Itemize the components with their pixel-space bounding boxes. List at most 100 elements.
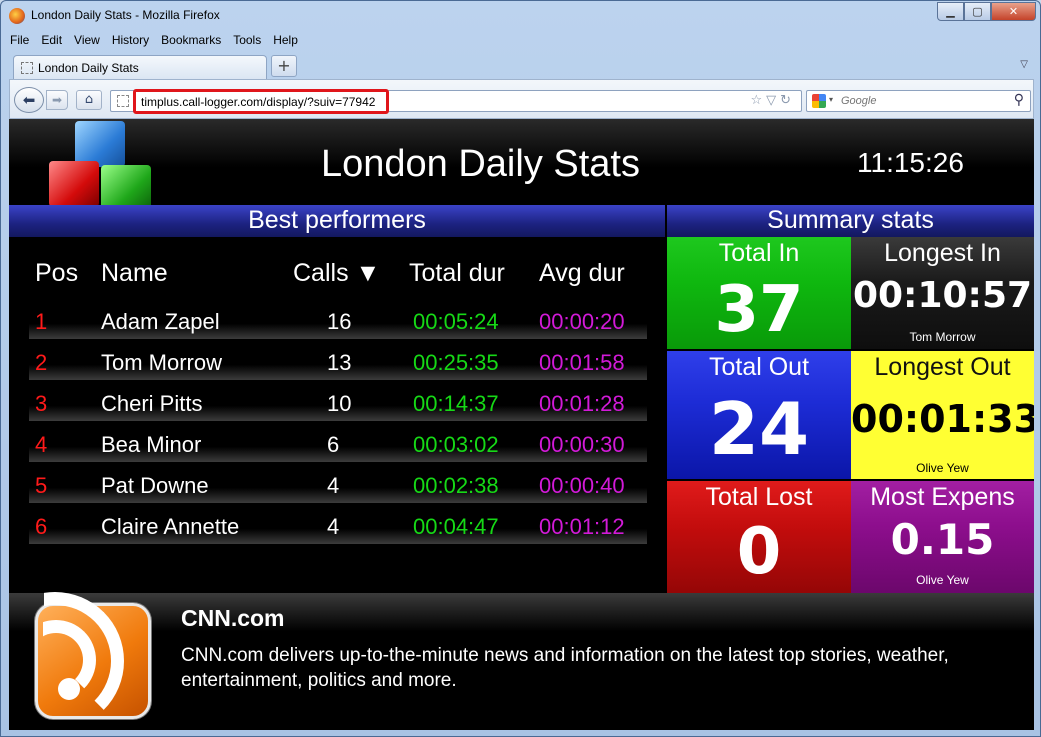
menu-view[interactable]: View <box>73 31 101 51</box>
longest-out-value: 00:01:33 <box>851 397 1034 441</box>
address-bar[interactable]: timplus.call-logger.com/display/?suiv=77… <box>110 89 802 114</box>
column-header-pos[interactable]: Pos <box>35 259 78 288</box>
rss-arc-inner <box>43 620 96 700</box>
search-input[interactable] <box>841 93 1001 109</box>
column-header-name[interactable]: Name <box>101 259 168 288</box>
table-row: 5 Pat Downe 4 00:02:38 00:00:40 <box>29 465 647 503</box>
tab-label: London Daily Stats <box>38 61 139 75</box>
total-lost-label: Total Lost <box>705 483 813 511</box>
column-header-total-dur[interactable]: Total dur <box>409 259 505 288</box>
maximize-button[interactable]: ▢ <box>964 2 991 21</box>
total-in-value: 37 <box>714 273 804 347</box>
url-text[interactable]: timplus.call-logger.com/display/?suiv=77… <box>141 95 375 109</box>
menu-edit[interactable]: Edit <box>40 31 63 51</box>
title-bar[interactable]: London Daily Stats - Mozilla Firefox ▁ ▢… <box>1 1 1040 31</box>
total-out-value: 24 <box>708 387 810 471</box>
most-expens-label: Most Expens <box>870 483 1015 511</box>
best-performers-table: Pos Name Calls ▼ Total dur Avg dur 1 Ada… <box>9 237 665 593</box>
row-pos: 6 <box>35 514 48 539</box>
row-name: Pat Downe <box>101 473 209 498</box>
row-name: Cheri Pitts <box>101 391 203 416</box>
table-row: 3 Cheri Pitts 10 00:14:37 00:01:28 <box>29 383 647 421</box>
forward-button[interactable]: ➡ <box>46 90 68 110</box>
close-button[interactable]: ✕ <box>991 2 1036 21</box>
page-icon <box>21 62 33 74</box>
minimize-button[interactable]: ▁ <box>937 2 964 21</box>
total-lost-tile: Total Lost 0 <box>667 481 851 593</box>
summary-stats-grid: Total In 37 Longest In 00:10:57 Tom Morr… <box>667 237 1034 593</box>
cubes-logo-icon <box>45 119 165 211</box>
row-name: Tom Morrow <box>101 350 223 375</box>
feed-description: CNN.com delivers up-to-the-minute news a… <box>181 645 949 691</box>
row-name: Claire Annette <box>101 514 240 539</box>
page-header: London Daily Stats 11:15:26 <box>9 119 1034 211</box>
longest-out-tile: Longest Out 00:01:33 Olive Yew <box>851 351 1034 479</box>
column-header-avg-dur[interactable]: Avg dur <box>539 259 625 288</box>
site-identity-icon[interactable] <box>117 95 129 107</box>
news-feed-panel: CNN.com CNN.com delivers up-to-the-minut… <box>9 592 1034 730</box>
rss-dot <box>58 678 80 700</box>
row-total-dur: 00:14:37 <box>413 391 499 416</box>
longest-in-value: 00:10:57 <box>852 275 1033 316</box>
summary-stats-header: Summary stats <box>667 205 1034 237</box>
total-in-label: Total In <box>718 239 800 267</box>
firefox-icon <box>9 8 25 24</box>
menu-bar: File Edit View History Bookmarks Tools H… <box>9 31 299 51</box>
row-avg-dur: 00:00:20 <box>539 309 625 334</box>
row-calls: 10 <box>327 391 352 416</box>
row-pos: 3 <box>35 391 48 416</box>
total-in-tile: Total In 37 <box>667 237 851 349</box>
row-pos: 2 <box>35 350 48 375</box>
row-avg-dur: 00:01:12 <box>539 514 625 539</box>
menu-history[interactable]: History <box>111 31 150 51</box>
tab-bar: London Daily Stats + ▽ <box>9 53 1034 79</box>
tab-list-icon[interactable]: ▽ <box>1020 59 1028 70</box>
total-out-label: Total Out <box>708 353 810 381</box>
back-button[interactable]: ⬅ <box>14 87 44 113</box>
home-button[interactable]: ⌂ <box>76 90 102 110</box>
bookmark-star-reload-icons[interactable]: ☆▽↻ <box>750 93 795 108</box>
search-icon[interactable]: ⚲ <box>1014 92 1024 108</box>
new-tab-button[interactable]: + <box>271 55 297 77</box>
google-icon[interactable] <box>812 94 826 108</box>
total-lost-value: 0 <box>736 515 782 589</box>
browser-window: London Daily Stats - Mozilla Firefox ▁ ▢… <box>0 0 1041 737</box>
row-calls: 16 <box>327 309 352 334</box>
rss-icon <box>35 592 151 730</box>
row-calls: 6 <box>327 432 340 457</box>
row-pos: 4 <box>35 432 48 457</box>
page-content: London Daily Stats 11:15:26 Best perform… <box>9 119 1034 730</box>
menu-tools[interactable]: Tools <box>232 31 262 51</box>
search-engine-dropdown-icon[interactable]: ▾ <box>829 95 833 104</box>
feed-title[interactable]: CNN.com <box>181 605 285 632</box>
longest-out-agent: Olive Yew <box>916 461 969 475</box>
menu-help[interactable]: Help <box>272 31 299 51</box>
longest-in-tile: Longest In 00:10:57 Tom Morrow <box>851 237 1034 349</box>
row-name: Adam Zapel <box>101 309 220 334</box>
menu-file[interactable]: File <box>9 31 30 51</box>
table-header: Pos Name Calls ▼ Total dur Avg dur <box>35 259 647 299</box>
best-performers-header: Best performers <box>9 205 665 237</box>
menu-bookmarks[interactable]: Bookmarks <box>160 31 222 51</box>
window-controls: ▁ ▢ ✕ <box>937 2 1036 21</box>
row-calls: 13 <box>327 350 352 375</box>
page-title: London Daily Stats <box>321 143 640 185</box>
table-row: 1 Adam Zapel 16 00:05:24 00:00:20 <box>29 301 647 339</box>
row-total-dur: 00:03:02 <box>413 432 499 457</box>
longest-in-agent: Tom Morrow <box>909 330 976 344</box>
row-calls: 4 <box>327 473 340 498</box>
row-avg-dur: 00:01:58 <box>539 350 625 375</box>
clock: 11:15:26 <box>857 147 964 178</box>
table-row: 4 Bea Minor 6 00:03:02 00:00:30 <box>29 424 647 462</box>
row-total-dur: 00:05:24 <box>413 309 499 334</box>
longest-in-label: Longest In <box>884 239 1001 267</box>
most-expens-value: 0.15 <box>890 515 995 564</box>
row-total-dur: 00:02:38 <box>413 473 499 498</box>
table-row: 6 Claire Annette 4 00:04:47 00:01:12 <box>29 506 647 544</box>
column-header-calls[interactable]: Calls ▼ <box>293 259 380 288</box>
row-avg-dur: 00:01:28 <box>539 391 625 416</box>
row-calls: 4 <box>327 514 340 539</box>
search-bar[interactable]: ▾ ⚲ <box>806 90 1031 112</box>
window-title: London Daily Stats - Mozilla Firefox <box>31 8 220 22</box>
tab-london-daily-stats[interactable]: London Daily Stats <box>13 55 267 79</box>
